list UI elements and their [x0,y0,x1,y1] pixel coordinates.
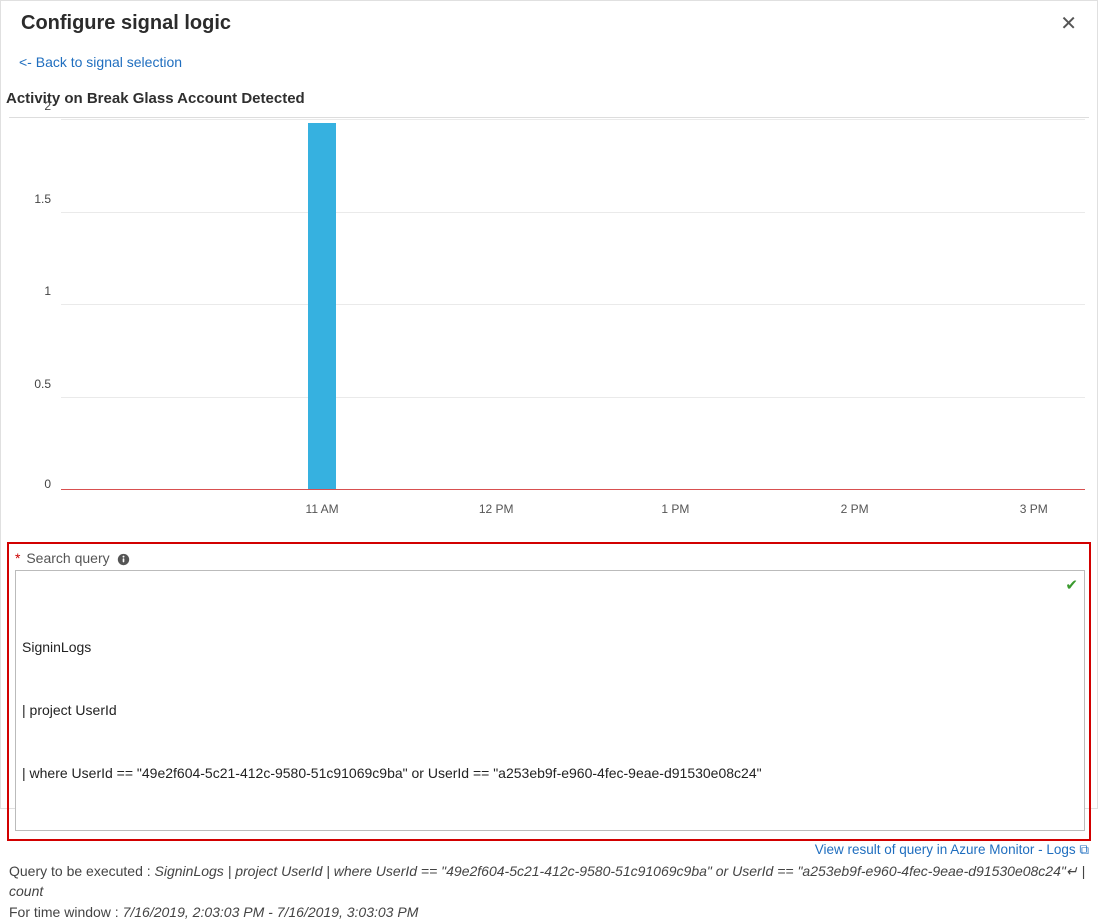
search-query-label: Search query [26,550,109,566]
y-tick: 0.5 [34,377,51,391]
grid-line [61,304,1085,305]
query-line: SigninLogs [22,637,1062,658]
panel-title: Configure signal logic [21,12,231,35]
search-query-highlight: * Search query ✔ SigninLogs | project Us… [7,542,1091,841]
x-axis-line [61,489,1085,490]
back-to-signal-selection-link[interactable]: <- Back to signal selection [19,54,182,70]
external-link-icon: ⧉ [1076,842,1089,857]
view-result-link[interactable]: View result of query in Azure Monitor - … [1,842,1089,858]
close-icon[interactable]: ✕ [1060,11,1077,36]
x-tick: 1 PM [661,502,689,516]
grid-line [61,119,1085,120]
plot-area [61,120,1085,490]
query-line: | project UserId [22,700,1062,721]
grid-line [61,397,1085,398]
validation-check-icon: ✔ [1065,575,1078,598]
chart-area: 0 0.5 1 1.5 2 11 AM 12 PM 1 PM 2 PM 3 PM [9,120,1089,540]
x-tick: 3 PM [1020,502,1048,516]
chart-bar [308,123,336,489]
signal-name-heading: Activity on Break Glass Account Detected [6,90,1097,107]
x-tick: 2 PM [841,502,869,516]
x-tick: 11 AM [306,502,339,516]
x-tick: 12 PM [479,502,514,516]
y-tick: 1 [44,284,51,298]
time-window-note: For time window : 7/16/2019, 2:03:03 PM … [9,903,1089,923]
query-to-be-executed: Query to be executed : SigninLogs | proj… [9,862,1089,901]
query-line: | where UserId == "49e2f604-5c21-412c-95… [22,763,1062,784]
required-indicator: * [15,550,20,566]
y-tick: 1.5 [34,192,51,206]
grid-line [61,212,1085,213]
y-axis: 0 0.5 1 1.5 2 [9,120,61,490]
y-tick: 2 [44,99,51,113]
y-tick: 0 [44,477,51,491]
x-axis: 11 AM 12 PM 1 PM 2 PM 3 PM [61,498,1085,528]
search-query-input[interactable]: ✔ SigninLogs | project UserId | where Us… [15,570,1085,831]
info-icon[interactable] [117,553,130,566]
divider [9,117,1089,118]
